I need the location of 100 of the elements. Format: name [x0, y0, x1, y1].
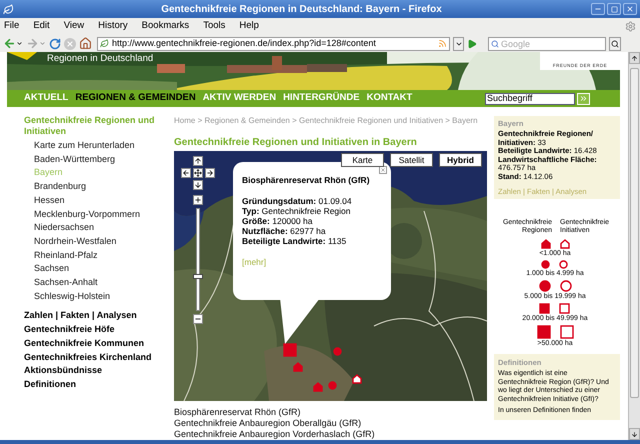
menu-item[interactable]: Tools [203, 19, 226, 34]
map-marker [293, 362, 303, 372]
menu-item[interactable]: File [4, 19, 20, 34]
minimize-button[interactable] [591, 3, 605, 15]
page-title: Gentechnikfreie Regionen und Initiativen in Bayern [174, 136, 418, 149]
breadcrumb: Home > Regionen & Gemeinden > Gentechnikfreie Regionen und Initiativen > Bayern [174, 115, 479, 127]
result-link[interactable]: Gentechnikfreie Anbauregion Oberallgäu (GfR) [174, 418, 490, 429]
search-engine-icon [491, 40, 499, 48]
up-arrow-icon [631, 54, 638, 62]
down-arrow-icon [194, 181, 202, 189]
sidebar-link[interactable]: Rheinland-Pfalz [34, 248, 170, 262]
zoom-slider-thumb[interactable] [193, 274, 203, 279]
pan-up-button[interactable] [193, 156, 203, 166]
map-marker [328, 381, 337, 390]
result-link[interactable]: Gentechnikfreie Anbauregion Vorderhaslach (GfR) [174, 429, 490, 440]
sidebar-link[interactable]: Nordrhein-Westfalen [34, 234, 170, 249]
sidebar-link[interactable]: Gentechnikfreies Kirchenland [24, 350, 170, 364]
map-marker [333, 347, 342, 356]
initiative-symbol-icon [560, 325, 574, 339]
sidebar-link[interactable]: Gentechnikfreie Kommunen [24, 336, 170, 351]
back-button[interactable] [3, 37, 23, 50]
map-type-tab[interactable]: Satellit [390, 153, 433, 167]
close-button[interactable] [623, 3, 637, 15]
right-arrow-icon [206, 169, 214, 177]
sidebar-link[interactable]: Aktionsbündnisse [24, 364, 170, 378]
caret-icon [39, 40, 46, 47]
go-button[interactable] [467, 38, 477, 48]
nav-link[interactable]: REGIONEN & GEMEINDEN [75, 91, 196, 106]
home-icon [79, 37, 92, 50]
reload-button[interactable] [49, 38, 61, 50]
app-icon [3, 4, 14, 14]
sidebar-link[interactable]: Karte zum Herunterladen [34, 139, 170, 153]
scrollbar-thumb[interactable] [630, 68, 639, 398]
callout-pointer [280, 298, 320, 344]
close-icon [380, 167, 386, 173]
region-symbol-icon [539, 303, 550, 314]
info-field: Nutzfläche: 62977 ha [242, 226, 382, 236]
region-symbol-icon [541, 260, 550, 269]
sidebar-heading: Gentechnikfreie Regionen und Initiativen [24, 115, 156, 137]
zoom-in-button[interactable] [193, 195, 203, 205]
initiative-symbol-icon [560, 280, 572, 292]
menu-item[interactable]: Bookmarks [142, 19, 190, 34]
double-chevron-icon [579, 94, 588, 103]
map-type-tab[interactable]: Karte [341, 153, 384, 167]
close-icon [626, 5, 634, 13]
menu-item[interactable]: View [64, 19, 84, 34]
url-text: http://www.gentechnikfreie-regionen.de/index.php?id=128#content [112, 36, 377, 50]
sidebar-link[interactable]: Definitionen [24, 378, 170, 392]
left-arrow-icon [182, 169, 190, 177]
sidebar-link[interactable]: Brandenburg [34, 180, 170, 194]
sidebar-link[interactable]: Baden-Württemberg [34, 152, 170, 166]
region-symbol-icon [536, 325, 550, 339]
sidebar-link[interactable]: Sachsen [34, 262, 170, 276]
region-symbol-icon [540, 239, 550, 249]
info-field: Beteiligte Landwirte: 1135 [242, 236, 382, 246]
address-bar[interactable]: http://www.gentechnikfreie-regionen.de/index.php?id=128#content [97, 36, 450, 50]
search-field[interactable]: Suchbegriff [485, 92, 575, 104]
site-subtitle: Regionen in Deutschland [47, 52, 154, 66]
search-submit-button[interactable] [577, 92, 590, 104]
info-field: Typ: Gentechnikfreie Region [242, 206, 382, 216]
close-button[interactable] [379, 166, 387, 174]
search-field[interactable]: Google [488, 36, 606, 50]
result-link[interactable]: Biosphärenreservat Rhön (GfR) [174, 407, 490, 418]
scrollbar[interactable] [628, 52, 640, 440]
menu-item[interactable]: History [98, 19, 128, 34]
initiative-symbol-icon [560, 239, 570, 249]
sidebar-link[interactable]: Schleswig-Holstein [34, 290, 170, 304]
menu-item[interactable]: Edit [33, 19, 50, 34]
forward-arrow-icon [26, 37, 39, 50]
sidebar-link[interactable]: Zahlen | Fakten | Analysen [24, 309, 170, 324]
zoom-slider[interactable] [196, 208, 200, 311]
sidebar-link[interactable]: Sachsen-Anhalt [34, 276, 170, 290]
pan-center-button[interactable] [193, 168, 203, 178]
map-type-tab[interactable]: Hybrid [439, 153, 482, 167]
menu-item[interactable]: Help [239, 19, 259, 34]
rss-icon [438, 39, 447, 48]
maximize-icon [610, 6, 618, 12]
map[interactable]: Karte Satellit Hybrid Biosphärenreservat Rhön (GfR) Gründungsdatum: 01.09.04 Typ: Gentechnikfreie Region Größe: 120000 ha Nutzfläche: 62977 ha Beteiligte Landwirte: 1135 [mehr] [174, 151, 487, 401]
home-button[interactable] [79, 37, 92, 50]
initiative-symbol-icon [559, 303, 570, 314]
history-dropdown-button[interactable] [453, 36, 464, 50]
sidebar-link[interactable]: Mecklenburg-Vorpommern [34, 208, 170, 222]
pan-down-button[interactable] [193, 180, 203, 190]
sidebar-link[interactable]: Niedersachsen [34, 221, 170, 235]
reload-icon [49, 38, 61, 50]
back-arrow-icon [3, 37, 16, 50]
caret-icon [16, 40, 23, 47]
sidebar-link[interactable]: Hessen [34, 194, 170, 208]
scroll-up-button[interactable] [629, 52, 640, 64]
map-marker [352, 374, 362, 384]
pan-right-button[interactable] [205, 168, 215, 178]
pan-left-button[interactable] [181, 168, 191, 178]
site-icon [100, 39, 109, 48]
sidebar-link[interactable]: Gentechnikfreie Höfe [24, 323, 170, 337]
scroll-down-button[interactable] [629, 428, 640, 440]
window-title: Gentechnikfreie Regionen in Deutschland: Bayern - Firefox [160, 2, 443, 16]
zoom-out-button[interactable] [193, 314, 203, 324]
up-arrow-icon [194, 157, 202, 165]
maximize-button[interactable] [607, 3, 621, 15]
search-button[interactable] [609, 36, 621, 50]
